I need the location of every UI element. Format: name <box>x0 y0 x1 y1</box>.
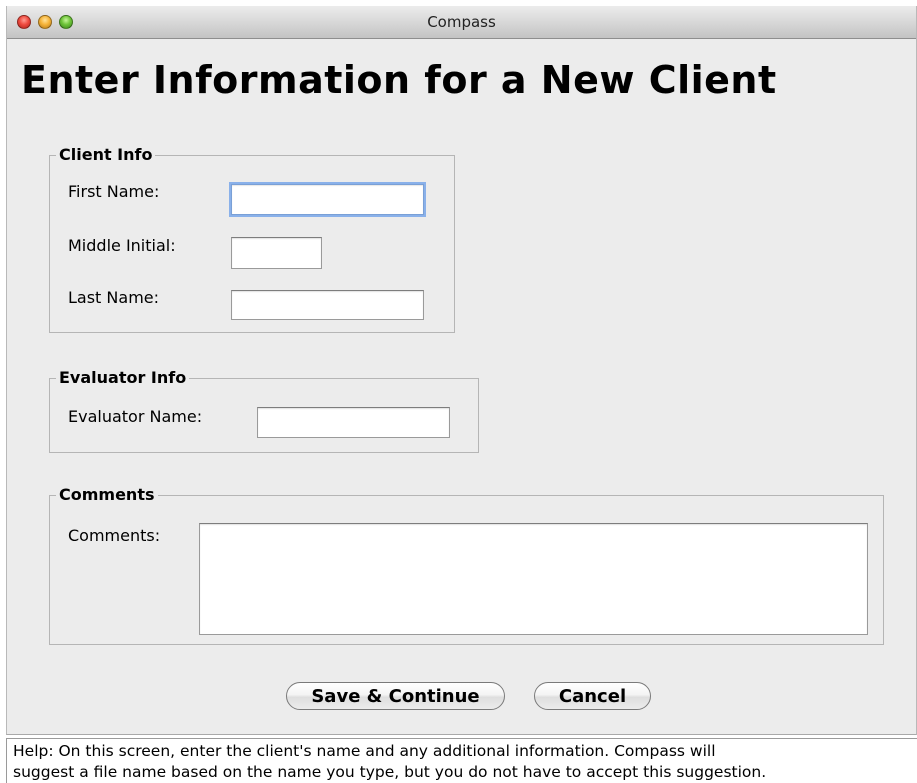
cancel-button[interactable]: Cancel <box>534 682 651 710</box>
middle-initial-label: Middle Initial: <box>68 236 176 255</box>
last-name-label: Last Name: <box>68 288 160 307</box>
middle-initial-input[interactable] <box>231 237 322 269</box>
help-panel: Help: On this screen, enter the client's… <box>6 738 917 783</box>
first-name-input[interactable] <box>231 184 424 215</box>
first-name-label: First Name: <box>68 182 160 201</box>
save-continue-button[interactable]: Save & Continue <box>286 682 505 710</box>
help-text-line-1: Help: On this screen, enter the client's… <box>13 742 716 760</box>
comments-legend: Comments <box>56 485 158 505</box>
evaluator-info-legend: Evaluator Info <box>56 368 190 388</box>
comments-group: Comments Comments: <box>49 485 884 645</box>
evaluator-name-input[interactable] <box>257 407 450 438</box>
comments-label: Comments: <box>68 526 161 545</box>
help-text-line-2: suggest a file name based on the name yo… <box>13 763 767 781</box>
compass-window: Compass Enter Information for a New Clie… <box>6 6 917 735</box>
title-bar[interactable]: Compass <box>7 6 916 39</box>
evaluator-name-label: Evaluator Name: <box>68 407 203 426</box>
client-info-group: Client Info First Name: Middle Initial: … <box>49 145 455 333</box>
window-title: Compass <box>427 13 496 31</box>
comments-textarea[interactable] <box>199 523 868 635</box>
last-name-input[interactable] <box>231 290 424 320</box>
client-info-legend: Client Info <box>56 145 156 165</box>
evaluator-info-group: Evaluator Info Evaluator Name: <box>49 368 479 453</box>
page-title: Enter Information for a New Client <box>21 58 777 102</box>
